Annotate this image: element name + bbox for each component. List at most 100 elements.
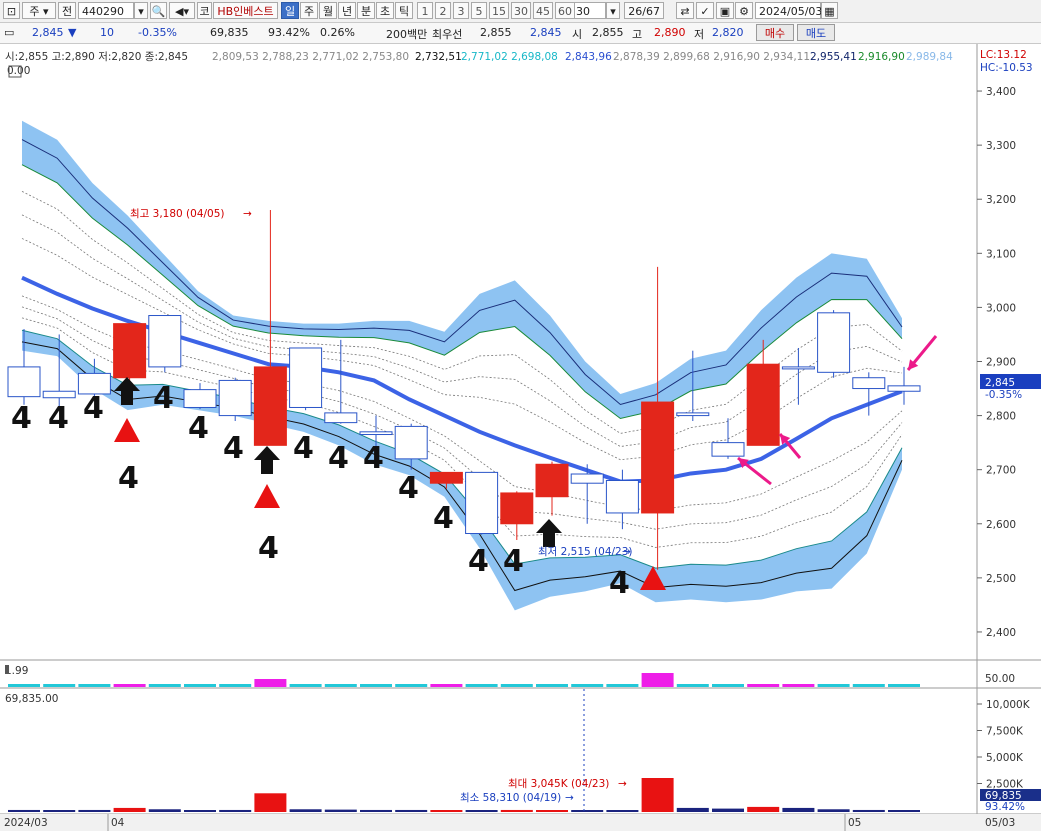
price-tick-1: 3,300	[986, 140, 1016, 152]
indicator-bar	[324, 684, 357, 687]
high-label: 고	[632, 28, 643, 41]
toolbar: ⊡ 주 ▾ 전 440290 ▾ 🔍 ◀▾ 코 HB인베스트 30 ▾ 26/6…	[0, 0, 1041, 23]
interval-button-15[interactable]: 15	[489, 2, 509, 19]
signal-digit: 4	[293, 431, 314, 466]
window-icon[interactable]: ⊡	[3, 2, 20, 19]
corner-label: 0.00	[7, 65, 30, 77]
amount: 200백만	[386, 28, 428, 41]
date-input[interactable]: 2024/05/03	[755, 2, 822, 19]
period-tab-6[interactable]: 틱	[395, 2, 413, 19]
candle[interactable]	[781, 366, 815, 370]
candle[interactable]	[605, 480, 639, 514]
low-label: 저	[694, 28, 705, 41]
search-icon[interactable]: 🔍	[150, 2, 167, 19]
sell-button[interactable]: 매도	[797, 24, 835, 41]
candle[interactable]	[535, 463, 569, 498]
candle[interactable]	[394, 425, 428, 460]
arrow-icon[interactable]: ⇄	[676, 2, 694, 19]
signal-digit: 4	[258, 531, 279, 566]
best-label: 최우선	[432, 28, 463, 41]
candle[interactable]	[887, 385, 921, 392]
period-tab-2[interactable]: 월	[319, 2, 337, 19]
volume-bar	[148, 809, 181, 812]
volume-tick-0: 10,000K	[986, 699, 1031, 711]
candle[interactable]	[746, 363, 780, 446]
candle[interactable]	[7, 366, 41, 398]
candle[interactable]	[641, 401, 675, 514]
candle[interactable]	[148, 315, 182, 368]
legend-value-black: 2,732,51	[415, 51, 462, 63]
period-tab-1[interactable]: 주	[300, 2, 318, 19]
candle[interactable]	[289, 347, 323, 408]
save-icon[interactable]: ▣	[716, 2, 734, 19]
candle[interactable]	[324, 412, 358, 424]
volume-bar	[747, 806, 780, 812]
sound-icon[interactable]: ◀▾	[169, 2, 195, 19]
count-input[interactable]: 30	[572, 2, 606, 19]
interval-button-1[interactable]: 1	[417, 2, 433, 19]
candle[interactable]	[465, 471, 499, 535]
interval-button-5[interactable]: 5	[471, 2, 487, 19]
volume-bar	[888, 810, 920, 812]
candle[interactable]	[42, 390, 76, 399]
volume-bar	[324, 809, 357, 812]
candle[interactable]	[676, 412, 710, 417]
volume-bar	[78, 809, 111, 812]
buy-button[interactable]: 매수	[756, 24, 794, 41]
signal-digit: 4	[118, 461, 139, 496]
candle[interactable]	[429, 471, 463, 484]
candle[interactable]	[183, 389, 217, 408]
chart-tools-icon[interactable]: ✓	[696, 2, 714, 19]
candle[interactable]	[500, 492, 534, 525]
vol-max-annotation: 최대 3,045K (04/23)	[508, 778, 609, 790]
interval-button-30[interactable]: 30	[511, 2, 531, 19]
signal-digit: 4	[398, 471, 419, 506]
period-tab-4[interactable]: 분	[357, 2, 375, 19]
indicator-bar	[148, 684, 181, 687]
candle[interactable]	[359, 431, 393, 436]
signal-digit: 4	[503, 544, 524, 579]
period-tab-5[interactable]: 초	[376, 2, 394, 19]
indicator-bar	[852, 684, 885, 687]
stock-name[interactable]: HB인베스트	[213, 2, 278, 19]
period-tab-3[interactable]: 년	[338, 2, 356, 19]
open-price: 2,855	[592, 26, 624, 39]
candle[interactable]	[253, 366, 287, 446]
candle[interactable]	[817, 312, 851, 373]
candle[interactable]	[113, 323, 147, 379]
legend-value-blue: 2,843,96	[565, 51, 612, 63]
calendar-icon[interactable]: ▦	[821, 2, 838, 19]
row-icon: ▭	[4, 26, 15, 39]
interval-button-60[interactable]: 60	[555, 2, 575, 19]
type-label[interactable]: 코	[197, 2, 212, 19]
interval-button-45[interactable]: 45	[533, 2, 553, 19]
code-input[interactable]: 440290	[78, 2, 134, 19]
signal-digit: 4	[328, 441, 349, 476]
signal-digit: 4	[223, 431, 244, 466]
volume-bar	[360, 809, 392, 812]
chart-area[interactable]: 4 4 4 444 4 4 4444 4444 시:2,855 고:2,890 저:2,820…	[0, 44, 1041, 831]
current-pct-text: -0.35%	[985, 389, 1022, 401]
legend-ohlc: 시:2,855 고:2,890 저:2,820 종:2,845	[5, 51, 188, 63]
volume-tick-3: 2,500K	[986, 779, 1024, 791]
candle[interactable]	[711, 442, 745, 457]
indicator-bar	[712, 684, 744, 687]
gear-icon[interactable]: ⚙	[735, 2, 753, 19]
interval-button-2[interactable]: 2	[435, 2, 451, 19]
prev-button[interactable]: 전	[58, 2, 76, 19]
candle[interactable]	[570, 473, 604, 484]
count-dropdown-icon[interactable]: ▾	[606, 2, 620, 19]
info-row: ▭ 2,845 ▼ 10 -0.35% 69,835 93.42% 0.26% …	[0, 23, 1041, 44]
market-select[interactable]: 주 ▾	[22, 2, 56, 19]
indicator-bar	[113, 684, 146, 687]
candle[interactable]	[218, 379, 252, 417]
code-dropdown-icon[interactable]: ▾	[134, 2, 148, 19]
indicator-bar	[536, 684, 568, 687]
period-tab-0[interactable]: 일	[281, 2, 299, 19]
candle[interactable]	[852, 377, 886, 390]
legend-values-gray2: 2,878,39 2,899,68 2,916,90 2,934,11	[613, 51, 810, 63]
indicator-bar	[8, 684, 40, 687]
sub2-label: 69,835.00	[5, 693, 58, 705]
change-value: 10	[100, 26, 114, 39]
interval-button-3[interactable]: 3	[453, 2, 469, 19]
